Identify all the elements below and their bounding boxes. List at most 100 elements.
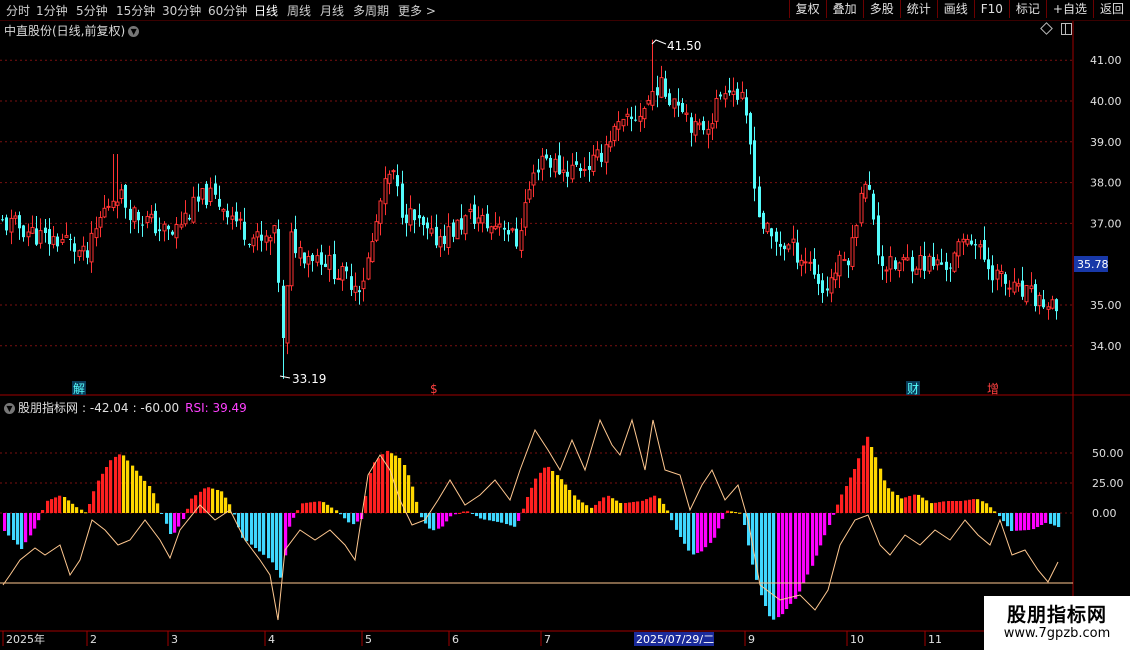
candle-up: [315, 255, 320, 263]
indicator-bar: [675, 513, 679, 530]
candle-up: [952, 252, 957, 272]
candle-up: [179, 224, 184, 228]
tab-1min[interactable]: 1分钟: [36, 2, 68, 19]
indicator-bar: [649, 497, 653, 513]
multi-stock-button[interactable]: 多股: [862, 0, 900, 18]
candle-up: [306, 255, 311, 265]
indicator-bar: [75, 507, 79, 513]
indicator-bar: [139, 475, 143, 513]
date-label: 10: [850, 633, 864, 646]
marker-finance[interactable]: 财: [907, 382, 919, 396]
indicator-bar: [97, 480, 101, 513]
indicator-bar: [721, 513, 725, 519]
candle-down: [473, 204, 476, 224]
tab-15min[interactable]: 15分钟: [116, 2, 155, 19]
tab-60min[interactable]: 60分钟: [208, 2, 247, 19]
indicator-bar: [71, 503, 75, 513]
candle-down: [171, 231, 174, 235]
back-button[interactable]: 返回: [1092, 0, 1130, 18]
candle-down: [630, 116, 633, 119]
candle-down: [821, 280, 824, 293]
marker-unlock[interactable]: 解: [73, 382, 85, 396]
tab-5min[interactable]: 5分钟: [76, 2, 108, 19]
indicator-bar: [709, 513, 713, 543]
tab-more[interactable]: 更多 >: [398, 2, 436, 19]
indicator-bar: [543, 467, 547, 513]
indicator-bar: [717, 513, 721, 529]
marker-dividend[interactable]: $: [430, 382, 438, 396]
indicator-bar: [441, 513, 445, 527]
candle-down: [426, 222, 429, 229]
indicator-bar: [772, 513, 776, 620]
indicator-tick-label: 0.00: [1092, 507, 1117, 520]
indicator-bar: [666, 510, 670, 513]
high-label: 41.50: [667, 39, 701, 53]
tab-weekly[interactable]: 周线: [287, 2, 311, 19]
candle-down: [69, 238, 72, 240]
indicator-bar: [279, 513, 283, 578]
indicator-bar: [938, 502, 942, 513]
chevron-down-icon[interactable]: ▼: [4, 403, 15, 414]
candle-down: [872, 193, 875, 220]
tab-30min[interactable]: 30分钟: [162, 2, 201, 19]
indicator-bar: [54, 497, 58, 513]
indicator-bar: [947, 501, 951, 513]
candle-down: [681, 102, 684, 113]
candle-down: [783, 245, 786, 250]
rsi-value: RSI: 39.49: [185, 401, 247, 415]
candle-up: [208, 187, 213, 202]
indicator-bar: [611, 498, 615, 513]
indicator-bar: [63, 497, 67, 513]
candle-down: [277, 228, 280, 283]
indicator-bar: [449, 513, 453, 517]
overlay-button[interactable]: 叠加: [825, 0, 863, 18]
indicator-bar: [1057, 513, 1061, 528]
indicator-bar: [526, 496, 530, 513]
candle-up: [956, 241, 961, 257]
chevron-down-icon[interactable]: ▼: [128, 26, 140, 37]
candle-down: [749, 113, 752, 145]
candle-down: [324, 263, 327, 267]
toolbar-actions: 复权 叠加 多股 统计 画线 F10 标记 +自选 返回: [788, 0, 1130, 20]
indicator-bar: [46, 500, 50, 513]
f10-button[interactable]: F10: [973, 0, 1009, 18]
candle-down: [5, 217, 8, 231]
indicator-bar: [653, 495, 657, 513]
indicator-bar: [347, 513, 351, 523]
candle-up: [935, 259, 940, 266]
tab-daily[interactable]: 日线: [254, 2, 278, 19]
candle-down: [796, 242, 799, 263]
candle-up: [391, 170, 396, 173]
candle-up: [408, 208, 413, 226]
price-tick-label: 37.00: [1090, 217, 1122, 230]
stats-button[interactable]: 统计: [899, 0, 937, 18]
current-price: 35.78: [1077, 258, 1109, 271]
high-pointer: [651, 39, 667, 45]
tab-monthly[interactable]: 月线: [320, 2, 344, 19]
tab-timeshare[interactable]: 分时: [6, 2, 30, 19]
indicator-bar: [160, 513, 164, 514]
indicator-bar: [445, 513, 449, 522]
window-toggle-icon[interactable]: [1061, 23, 1072, 35]
candle-down: [358, 290, 361, 293]
indicator-bar: [930, 503, 934, 513]
mark-button[interactable]: 标记: [1008, 0, 1046, 18]
add-watchlist-button[interactable]: +自选: [1045, 0, 1093, 18]
candle-down: [124, 184, 127, 208]
candle-up: [659, 77, 664, 98]
candle-down: [197, 196, 200, 202]
candle-down: [634, 119, 637, 121]
indicator-bar: [900, 498, 904, 513]
candle-up: [1046, 306, 1051, 310]
candle-down: [745, 97, 748, 116]
adjust-button[interactable]: 复权: [788, 0, 826, 18]
marker-increase[interactable]: 增: [987, 382, 999, 396]
candle-down: [282, 285, 285, 339]
indicator-value-2: : -60.00: [132, 401, 180, 415]
candle-down: [18, 215, 21, 229]
tab-multi-period[interactable]: 多周期: [353, 2, 389, 19]
indicator-bar: [169, 513, 173, 534]
candle-up: [374, 221, 379, 241]
draw-button[interactable]: 画线: [936, 0, 974, 18]
indicator-bar: [577, 499, 581, 513]
